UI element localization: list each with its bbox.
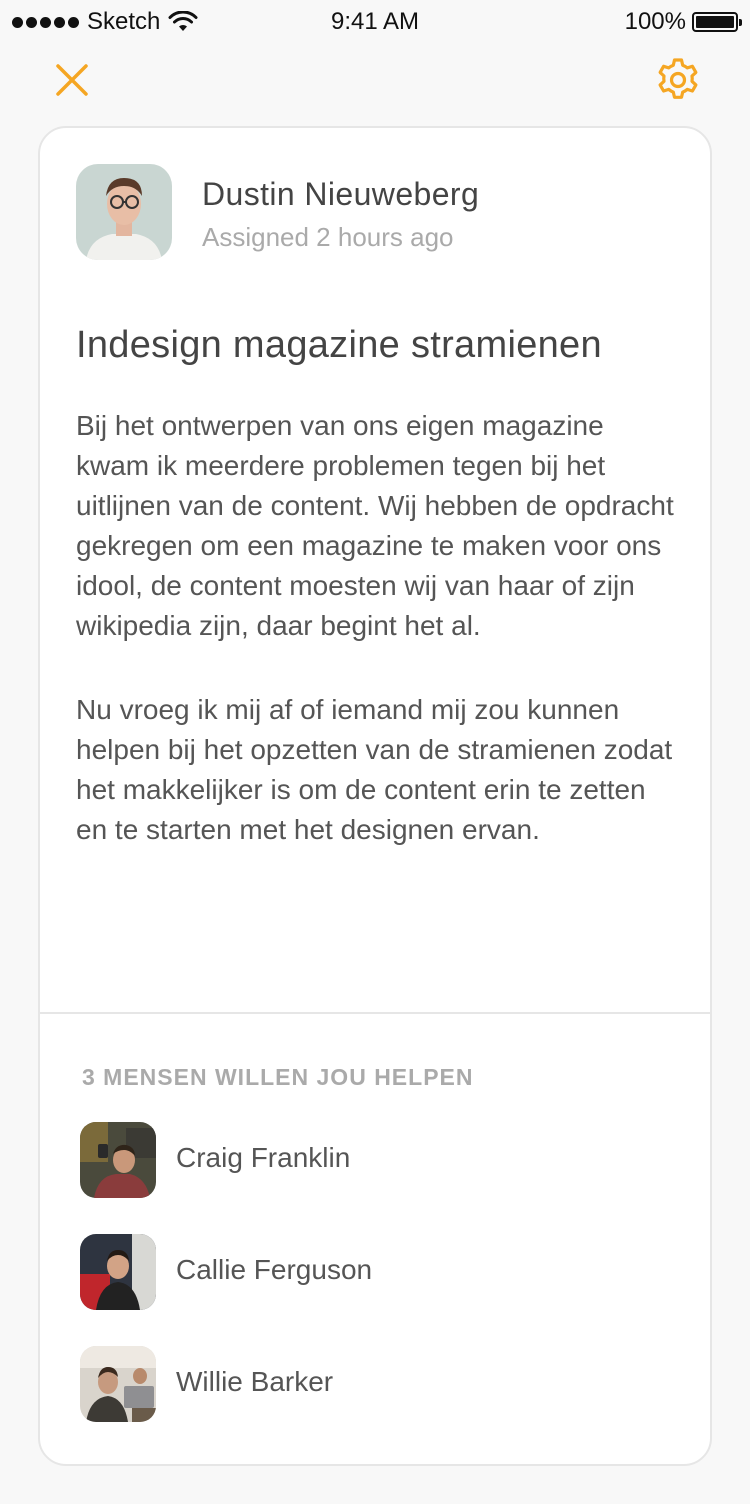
battery-percent: 100% [624, 8, 686, 35]
divider [40, 1012, 710, 1014]
battery-icon [692, 12, 742, 32]
settings-button[interactable] [654, 56, 702, 104]
helper-name: Craig Franklin [176, 1142, 351, 1173]
helper-name: Willie Barker [176, 1366, 334, 1397]
author-avatar[interactable] [76, 164, 172, 260]
close-icon [56, 64, 88, 96]
request-card: Dustin Nieuweberg Assigned 2 hours ago I… [38, 126, 712, 1466]
post-paragraph: Bij het ontwerpen van ons eigen magazine… [76, 410, 674, 641]
avatar [80, 1122, 156, 1198]
helpers-heading: 3 MENSEN WILLEN JOU HELPEN [82, 1064, 474, 1090]
helper-row[interactable]: Callie Ferguson [80, 1234, 680, 1310]
close-button[interactable] [52, 60, 92, 100]
helper-name: Callie Ferguson [176, 1254, 373, 1285]
post-title: Indesign magazine stramienen [76, 324, 602, 366]
assigned-time: Assigned 2 hours ago [202, 222, 454, 252]
post-paragraph: Nu vroeg ik mij af of iemand mij zou kun… [76, 694, 673, 845]
gear-icon [658, 58, 698, 99]
avatar [80, 1346, 156, 1422]
avatar [80, 1234, 156, 1310]
helpers-list: Craig Franklin Callie Ferguson Willie Ba… [80, 1122, 680, 1458]
helper-row[interactable]: Craig Franklin [80, 1122, 680, 1198]
helper-row[interactable]: Willie Barker [80, 1346, 680, 1422]
author-name[interactable]: Dustin Nieuweberg [202, 176, 479, 213]
status-right: 100% [624, 8, 742, 36]
post-body: Bij het ontwerpen van ons eigen magazine… [76, 406, 682, 850]
status-bar: Sketch 9:41 AM 100% [0, 0, 750, 44]
